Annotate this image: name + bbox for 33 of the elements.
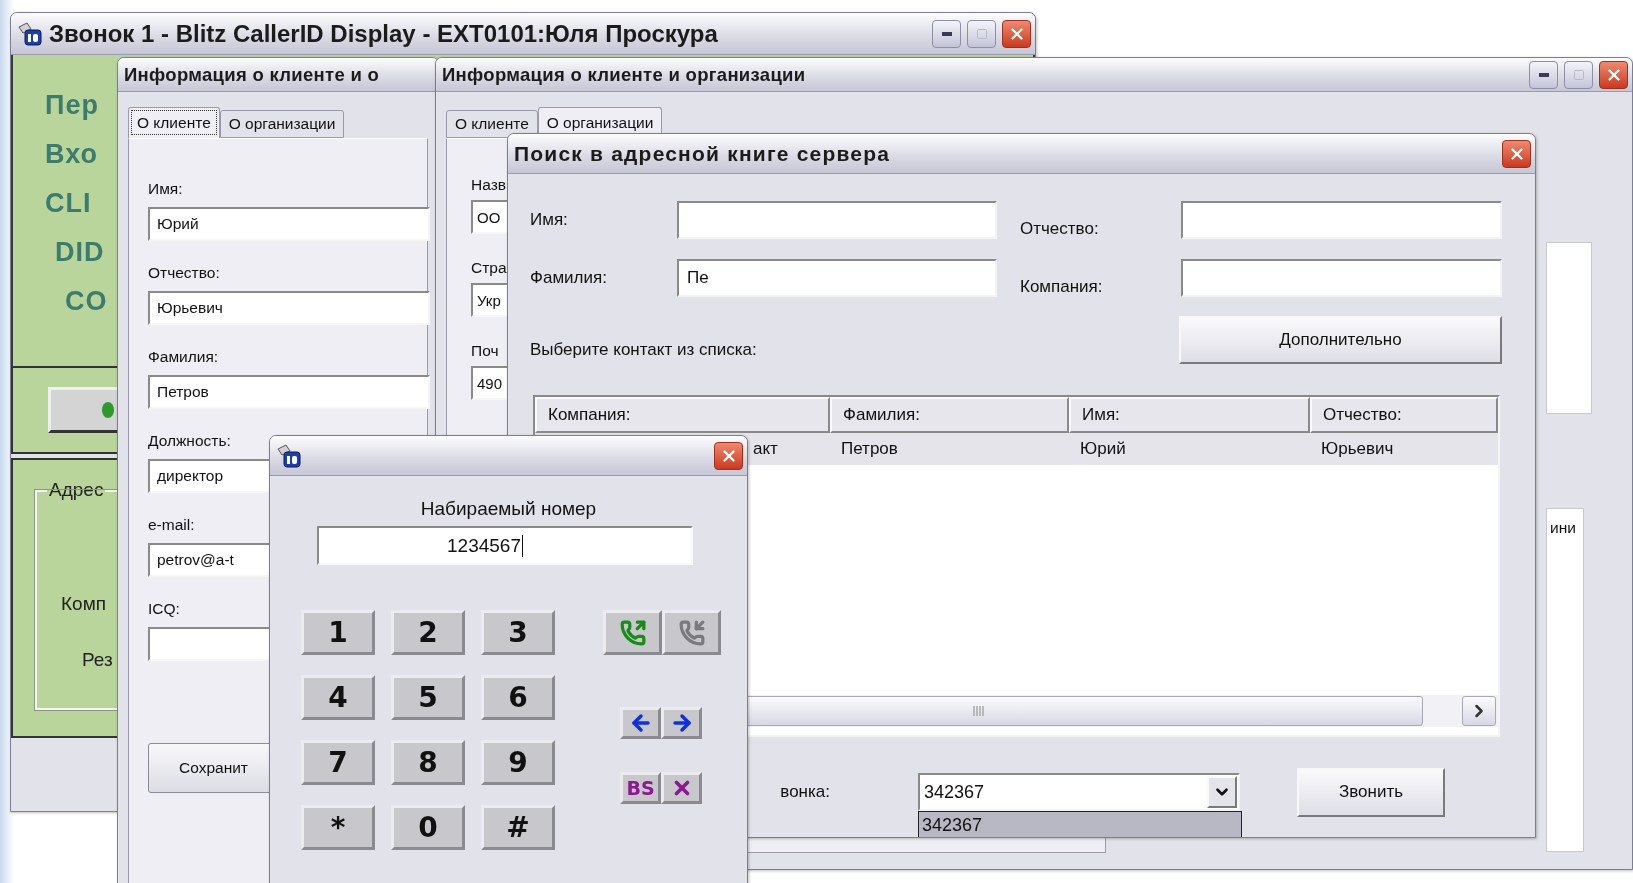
field-label: Имя: — [148, 179, 183, 199]
field-label: Имя: — [530, 210, 569, 230]
field-label: вонка: — [780, 782, 830, 802]
field-label: ICQ: — [148, 599, 180, 619]
dial-label: Набираемый номер — [420, 498, 597, 520]
field-label: Поч — [471, 341, 499, 361]
field-label: Компания: — [1019, 277, 1104, 297]
table-cell-text: Юрий — [1079, 438, 1127, 460]
combo-value: 342367 — [923, 781, 986, 803]
table-cell-text: акт — [752, 438, 779, 460]
caller-info-label: CLI — [45, 187, 92, 220]
caller-info-label: Вхо — [45, 138, 98, 171]
table-cell-text: Юрьевич — [1320, 438, 1395, 460]
window-title: Информация о клиенте и организации — [442, 63, 806, 86]
field-label: Комп — [61, 593, 106, 615]
window-title: Звонок 1 - Blitz CallerID Display - EXT0101:Юля Проскура — [49, 19, 718, 48]
field-label: Рез — [82, 649, 113, 671]
table-cell-text: Петров — [840, 438, 899, 460]
field-label: Фамилия: — [148, 347, 219, 367]
text-area-text: ини — [1550, 519, 1576, 536]
caller-info-label: DID — [55, 236, 105, 269]
window-title: Информация о клиенте и о — [124, 63, 380, 86]
list-label: Выберите контакт из списка: — [530, 340, 757, 361]
field-label: Отчество: — [148, 263, 220, 283]
caller-info-label: Пер — [45, 89, 99, 122]
caller-info-label: CO — [65, 285, 108, 318]
field-label: Назв — [471, 175, 506, 195]
field-label: e-mail: — [148, 515, 195, 535]
field-label: Фамилия: — [530, 268, 608, 288]
field-label: Должность: — [148, 431, 231, 451]
field-label: Отчество: — [1019, 219, 1100, 239]
window-title: Поиск в адресной книге сервера — [514, 141, 891, 166]
field-label: Стра — [471, 258, 507, 278]
